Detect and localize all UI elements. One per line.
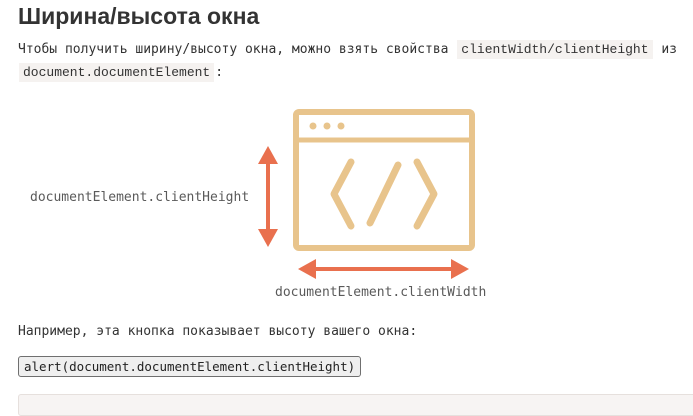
window-frame [293, 109, 475, 251]
window-dot-2 [323, 122, 331, 130]
height-arrow [258, 146, 278, 247]
width-arrowhead-left [298, 259, 316, 279]
code-bracket-right [413, 158, 438, 230]
window-dot-3 [337, 122, 345, 130]
page-title: Ширина/высота окна [18, 3, 260, 29]
code-bracket-left [330, 158, 355, 230]
inline-code-document-element: document.documentElement [19, 63, 215, 82]
window-size-diagram: documentElement.clientHeight documentEle… [0, 95, 693, 310]
intro-paragraph: Чтобы получить ширину/высоту окна, можно… [18, 38, 678, 84]
intro-colon: : [215, 65, 224, 80]
intro-text-middle: из [661, 42, 678, 57]
width-arrow [298, 259, 469, 279]
browser-window-code-icon [293, 109, 475, 251]
client-width-label: documentElement.clientWidth [275, 285, 487, 300]
example-text: Например, эта кнопка показывает высоту в… [18, 324, 418, 339]
width-arrowhead-right [451, 259, 469, 279]
height-arrowhead-up [258, 146, 278, 164]
code-slash [366, 161, 402, 227]
next-code-block [18, 394, 693, 416]
alert-height-button[interactable]: alert(document.documentElement.clientHei… [18, 356, 362, 377]
client-height-label: documentElement.clientHeight [30, 190, 250, 205]
height-arrowhead-down [258, 229, 278, 247]
inline-code-client-size: clientWidth/clientHeight [457, 40, 653, 59]
window-dot-1 [309, 122, 317, 130]
intro-text: Чтобы получить ширину/высоту окна, можно… [18, 42, 449, 57]
